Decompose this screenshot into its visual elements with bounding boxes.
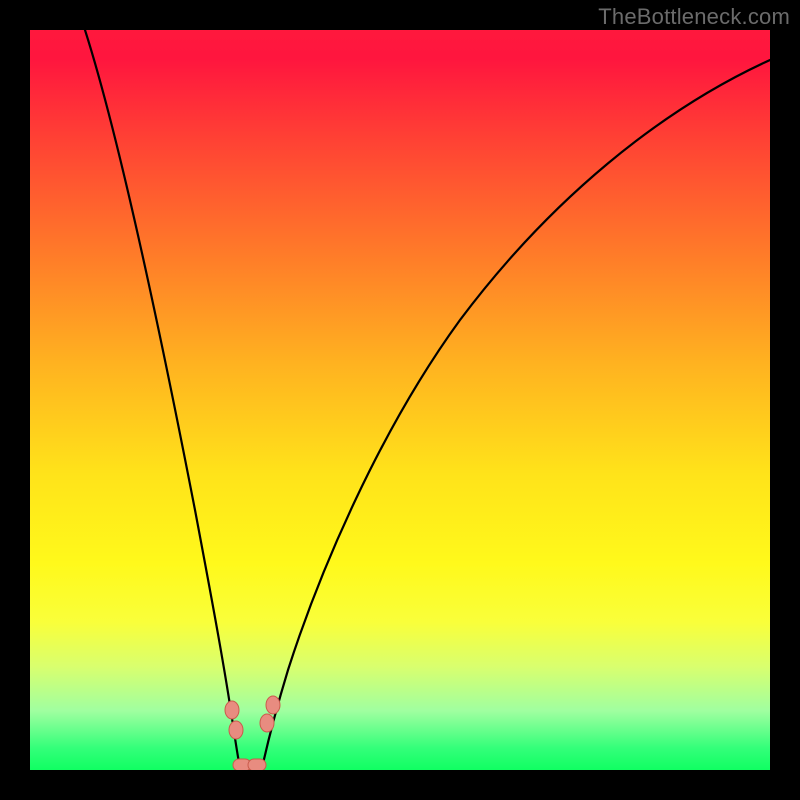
chart-frame: TheBottleneck.com (0, 0, 800, 800)
marker-right-lower (260, 714, 274, 732)
marker-left-upper (225, 701, 239, 719)
plot-area (30, 30, 770, 770)
marker-right-upper (266, 696, 280, 714)
left-branch (85, 30, 240, 768)
marker-left-lower (229, 721, 243, 739)
watermark-text: TheBottleneck.com (598, 4, 790, 30)
marker-flat-right (248, 759, 266, 770)
right-branch (262, 60, 770, 768)
curve-layer (30, 30, 770, 770)
